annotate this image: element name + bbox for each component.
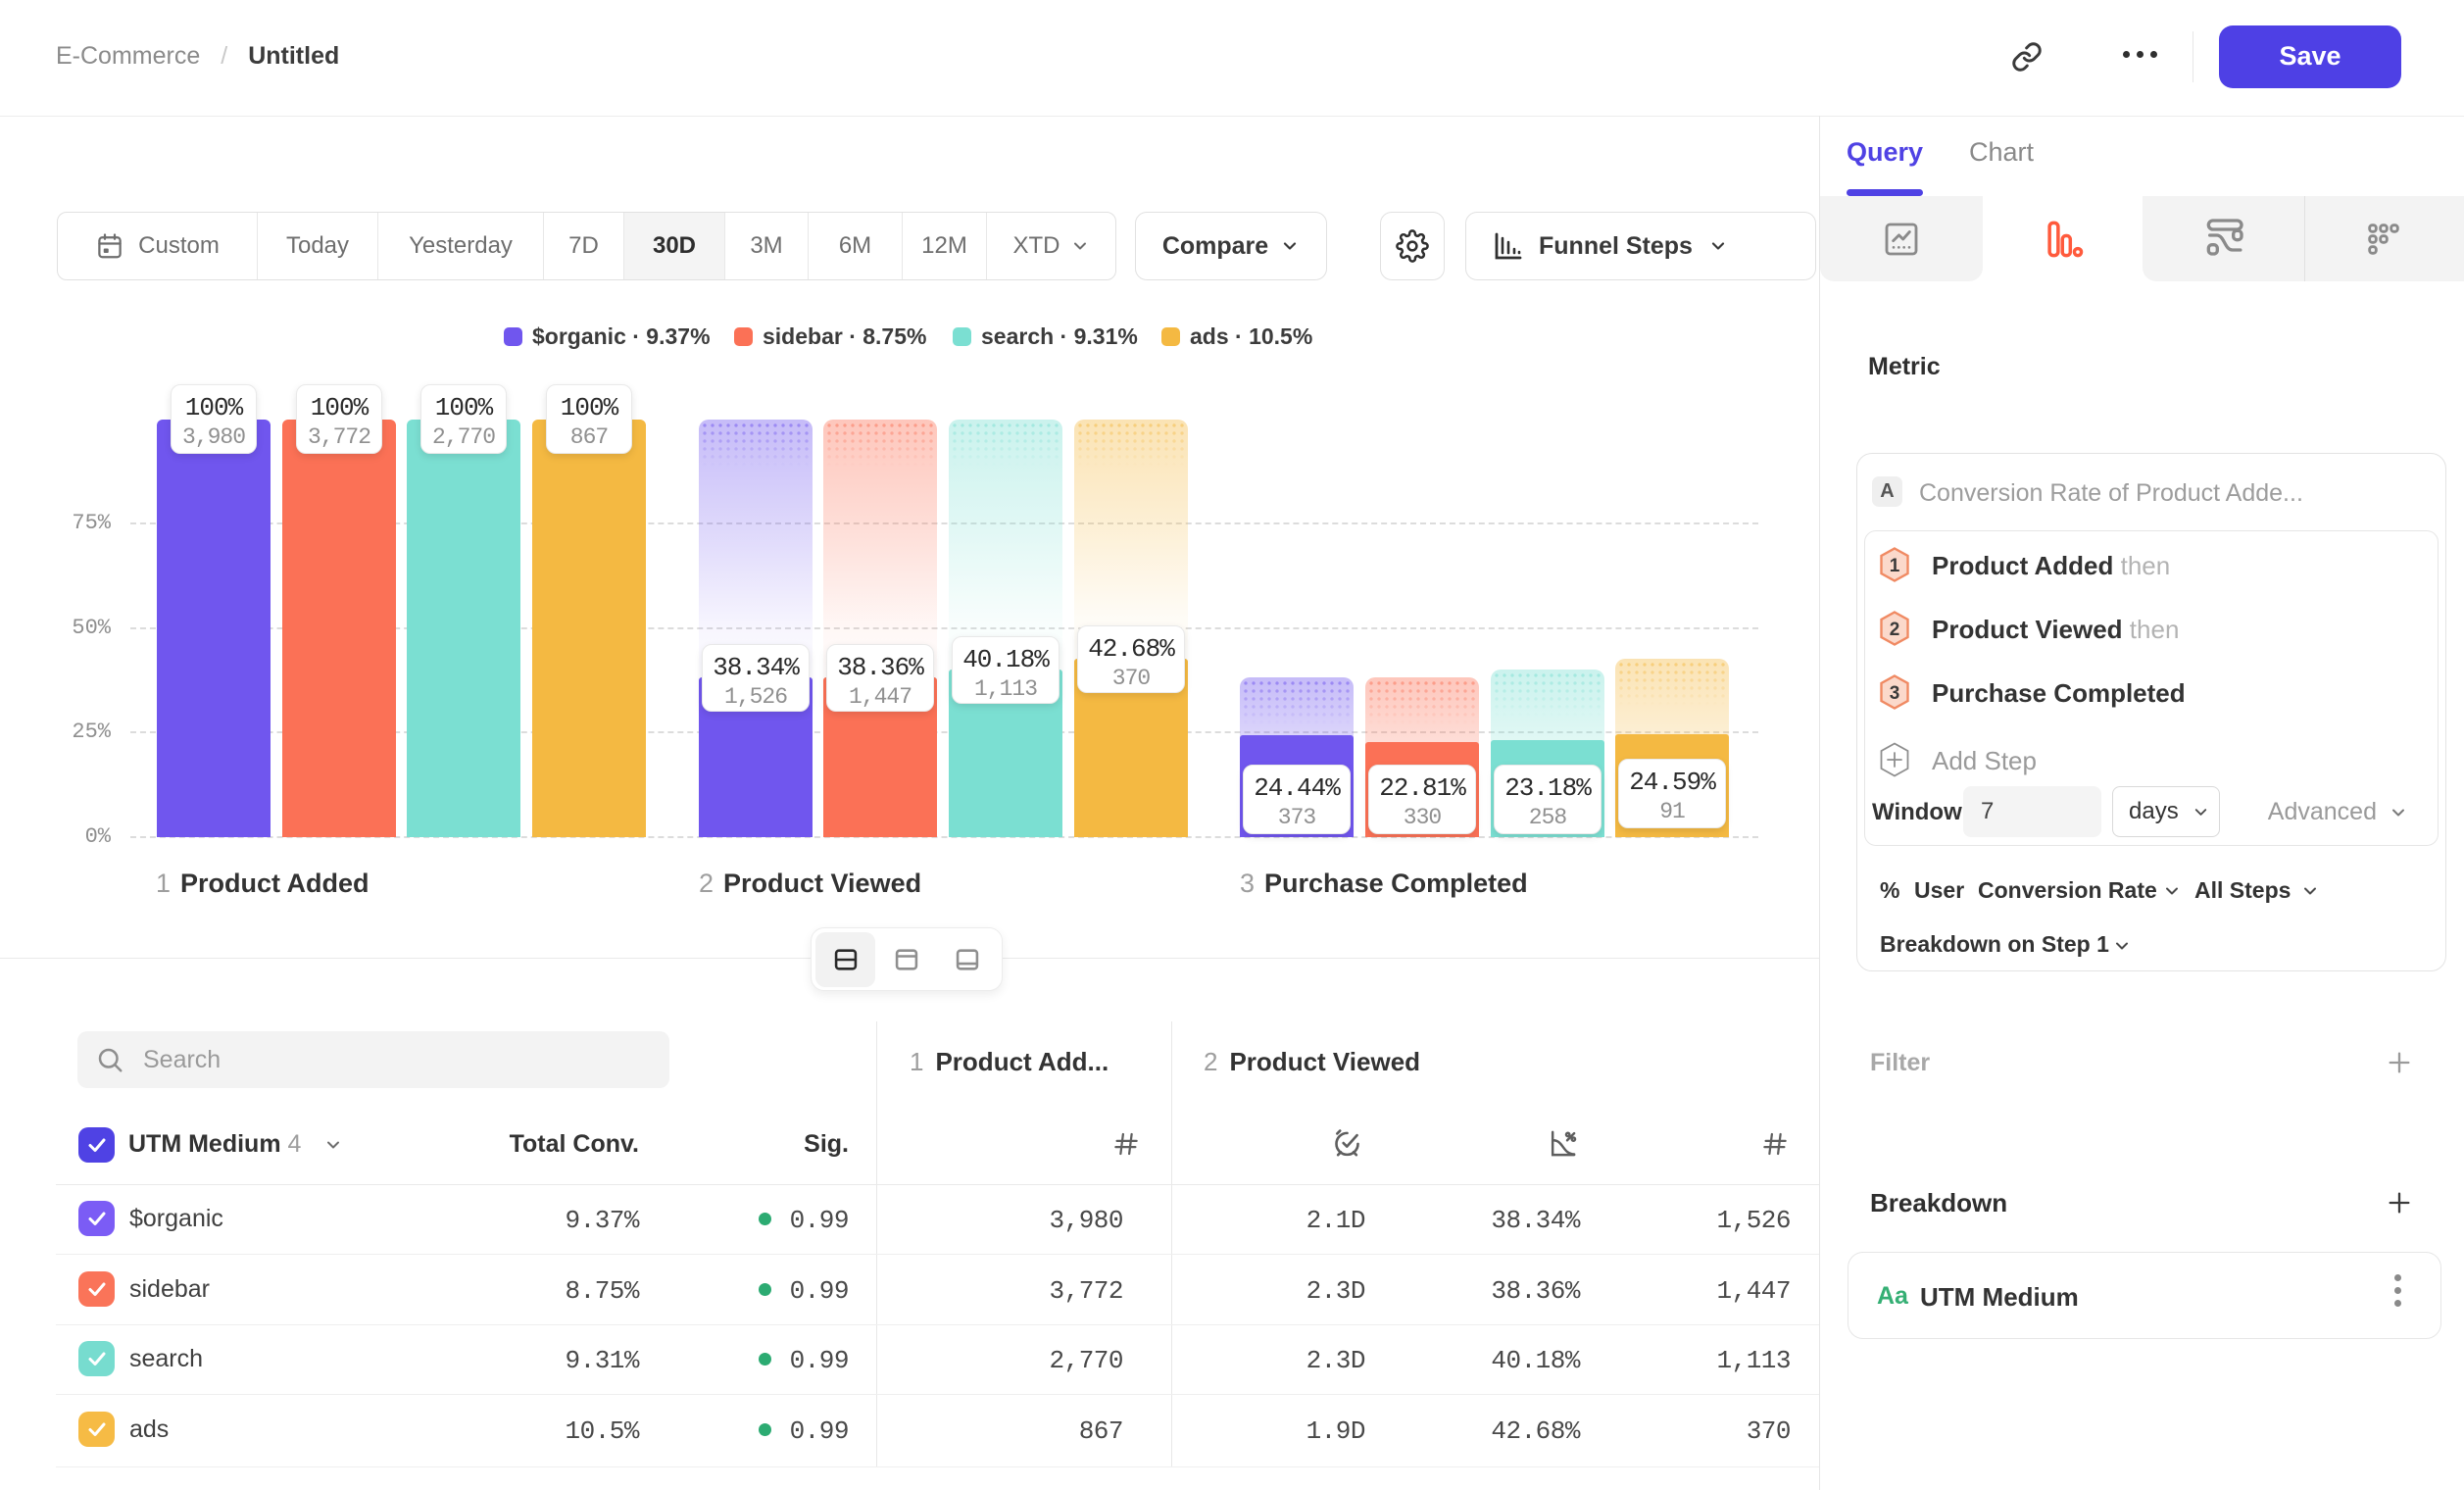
svg-text:1: 1	[1890, 556, 1900, 576]
svg-text:2: 2	[1890, 620, 1900, 640]
svg-text:3: 3	[1890, 683, 1900, 704]
